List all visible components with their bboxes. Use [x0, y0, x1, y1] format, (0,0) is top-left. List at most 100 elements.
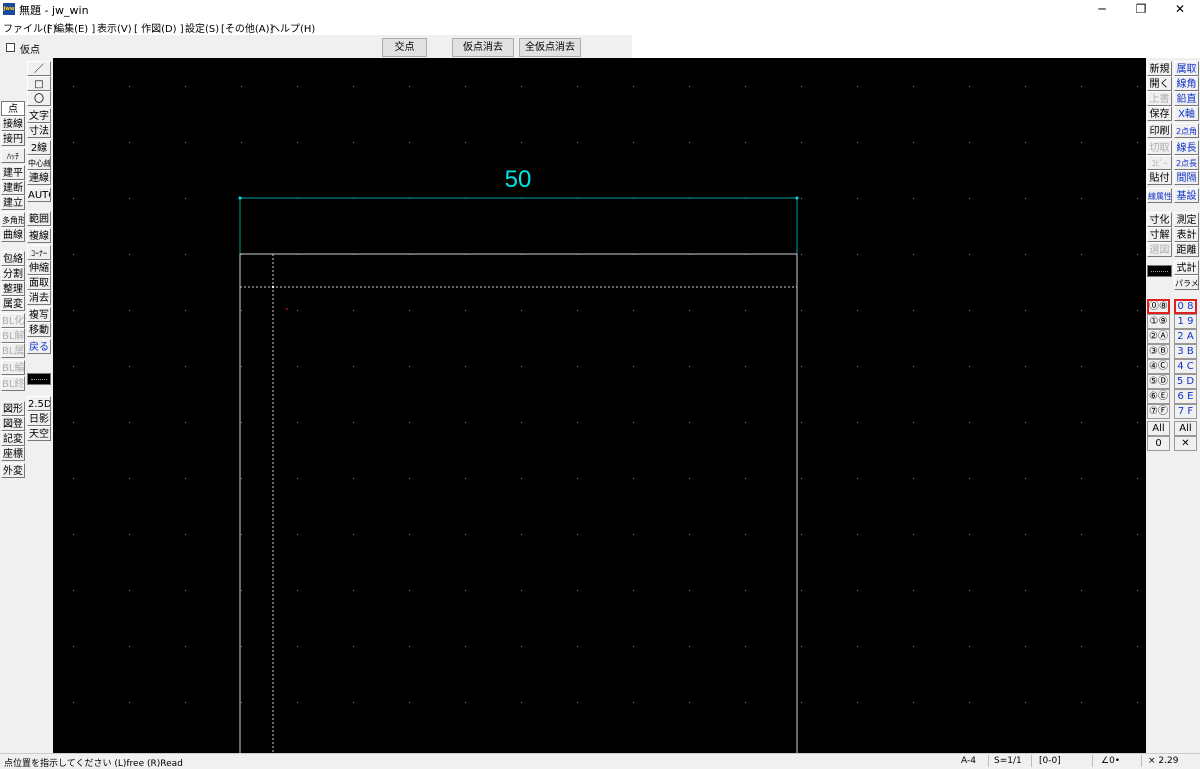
tool-dimension-explode[interactable]: 寸解 [1147, 227, 1172, 242]
tool-paste[interactable]: 貼付 [1147, 170, 1172, 185]
layer-button[interactable]: 1 9 [1174, 314, 1197, 329]
tool-range[interactable]: 範囲 [27, 211, 51, 226]
layer-group-button[interactable]: ⓪⑧ [1147, 299, 1170, 314]
status-layer[interactable]: [0-0] [1039, 756, 1061, 766]
tool-polygon[interactable]: 多角形 [1, 212, 25, 227]
layer-all-button[interactable]: All [1174, 421, 1197, 436]
layer-group-button[interactable]: ③Ⓑ [1147, 344, 1170, 359]
tool-divide[interactable]: 分割 [1, 266, 25, 281]
tool-block-explode[interactable]: BL解 [1, 328, 25, 343]
tool-tangent-circle[interactable]: 接円 [1, 131, 25, 146]
tool-copy[interactable]: 複写 [27, 307, 51, 322]
tool-text[interactable]: 文字 [27, 108, 51, 123]
tool-attribute-change[interactable]: 属変 [1, 296, 25, 311]
tool-x-axis[interactable]: X軸 [1174, 106, 1199, 121]
tool-double-line[interactable]: 2線 [27, 140, 51, 155]
menu-view[interactable]: 表示(V) [97, 20, 132, 35]
menu-edit[interactable]: [ 編集(E) ] [47, 20, 95, 35]
tool-circle[interactable]: 〇 [27, 91, 51, 106]
tool-building-elevation[interactable]: 建立 [1, 195, 25, 210]
tool-external-change[interactable]: 外変 [1, 463, 25, 478]
tool-line-attribute[interactable]: 線属性 [1147, 188, 1172, 203]
layer-button[interactable]: 3 B [1174, 344, 1197, 359]
tool-print[interactable]: 印刷 [1147, 123, 1172, 138]
layer-group-button[interactable]: ⑤Ⓓ [1147, 374, 1170, 389]
tool-line[interactable]: ／ [27, 61, 51, 76]
tool-hatch[interactable]: ﾊｯﾁ [1, 148, 25, 163]
tool-block-attribute[interactable]: BL属 [1, 343, 25, 358]
tool-distance[interactable]: 距離 [1174, 242, 1199, 257]
tool-shadow[interactable]: 日影 [27, 411, 51, 426]
layer-group-button[interactable]: ②Ⓐ [1147, 329, 1170, 344]
tool-overwrite[interactable]: 上書 [1147, 91, 1172, 106]
layer-group-all-button[interactable]: All [1147, 421, 1170, 436]
tool-select-figure[interactable]: 選図 [1147, 242, 1172, 257]
tool-figure-register[interactable]: 図登 [1, 416, 25, 431]
tool-line-length[interactable]: 線長 [1174, 140, 1199, 155]
tool-auto[interactable]: AUTO [27, 187, 51, 202]
menu-help[interactable]: ヘルプ(H) [270, 20, 315, 35]
tool-sky[interactable]: 天空 [27, 426, 51, 441]
layer-button[interactable]: 4 C [1174, 359, 1197, 374]
status-zoom[interactable]: × 2.29 [1148, 756, 1178, 766]
restore-button[interactable]: ❐ [1121, 0, 1161, 19]
layer-button[interactable]: 5 D [1174, 374, 1197, 389]
layer-group-zero-button[interactable]: 0 [1147, 436, 1170, 451]
delete-all-temp-points-button[interactable]: 全仮点消去 [519, 38, 581, 57]
layer-group-button[interactable]: ⑦Ⓕ [1147, 404, 1170, 419]
tool-building-plan[interactable]: 建平 [1, 165, 25, 180]
tool-rectangle[interactable]: □ [27, 76, 51, 91]
layer-button[interactable]: 2 A [1174, 329, 1197, 344]
tool-parameters[interactable]: パラメ [1174, 275, 1199, 290]
tool-get-attribute[interactable]: 属取 [1174, 61, 1199, 76]
tool-open[interactable]: 開く [1147, 76, 1172, 91]
tool-block-create[interactable]: BL化 [1, 313, 25, 328]
line-type-indicator[interactable] [27, 373, 51, 385]
tool-curve[interactable]: 曲線 [1, 227, 25, 242]
tool-base-setting[interactable]: 基設 [1174, 188, 1199, 203]
minimize-button[interactable]: ─ [1082, 0, 1122, 19]
tool-envelope[interactable]: 包絡 [1, 251, 25, 266]
tool-symbol-change[interactable]: 記変 [1, 431, 25, 446]
tool-stretch[interactable]: 伸縮 [27, 260, 51, 275]
layer-group-button[interactable]: ④Ⓒ [1147, 359, 1170, 374]
tool-point[interactable]: 点 [1, 101, 25, 116]
menu-settings[interactable]: 設定(S) [185, 20, 219, 35]
tool-new[interactable]: 新規 [1147, 61, 1172, 76]
tool-save[interactable]: 保存 [1147, 106, 1172, 121]
close-button[interactable]: ✕ [1160, 0, 1200, 19]
status-scale[interactable]: S=1/1 [994, 756, 1022, 766]
kari-checkbox[interactable] [6, 43, 15, 52]
tool-two-point-angle[interactable]: 2点角 [1174, 123, 1199, 138]
tool-formula-calc[interactable]: 式計 [1174, 260, 1199, 275]
tool-vertical[interactable]: 鉛直 [1174, 91, 1199, 106]
line-type-indicator-right[interactable] [1147, 265, 1172, 277]
tool-measure[interactable]: 測定 [1174, 212, 1199, 227]
tool-figure[interactable]: 図形 [1, 401, 25, 416]
menu-draw[interactable]: [ 作図(D) ] [134, 20, 184, 35]
tool-corner[interactable]: ｺｰﾅｰ [27, 245, 51, 260]
layer-button[interactable]: 7 F [1174, 404, 1197, 419]
tool-building-section[interactable]: 建断 [1, 180, 25, 195]
tool-tangent-line[interactable]: 接線 [1, 116, 25, 131]
menu-other[interactable]: [その他(A)] [221, 20, 273, 35]
status-paper-size[interactable]: A-4 [961, 756, 976, 766]
layer-button[interactable]: 0 8 [1174, 299, 1197, 314]
tool-dimension[interactable]: 寸法 [27, 123, 51, 138]
layer-button[interactable]: 6 E [1174, 389, 1197, 404]
tool-block-edit[interactable]: BL編 [1, 360, 25, 375]
tool-dimension-convert[interactable]: 寸化 [1147, 212, 1172, 227]
tool-coordinates[interactable]: 座標 [1, 446, 25, 461]
layer-cross-button[interactable]: ✕ [1174, 436, 1197, 451]
tool-copy-clipboard[interactable]: ｺﾋﾟｰ [1147, 155, 1172, 170]
tool-interval[interactable]: 間隔 [1174, 170, 1199, 185]
tool-erase[interactable]: 消去 [27, 290, 51, 305]
tool-undo[interactable]: 戻る [27, 339, 51, 354]
tool-arrange[interactable]: 整理 [1, 281, 25, 296]
tool-cut[interactable]: 切取 [1147, 140, 1172, 155]
tool-2-5d[interactable]: 2.5D [27, 396, 51, 411]
layer-group-button[interactable]: ①⑨ [1147, 314, 1170, 329]
layer-group-button[interactable]: ⑥Ⓔ [1147, 389, 1170, 404]
tool-two-point-length[interactable]: 2点長 [1174, 155, 1199, 170]
tool-continuous-line[interactable]: 連線 [27, 170, 51, 185]
